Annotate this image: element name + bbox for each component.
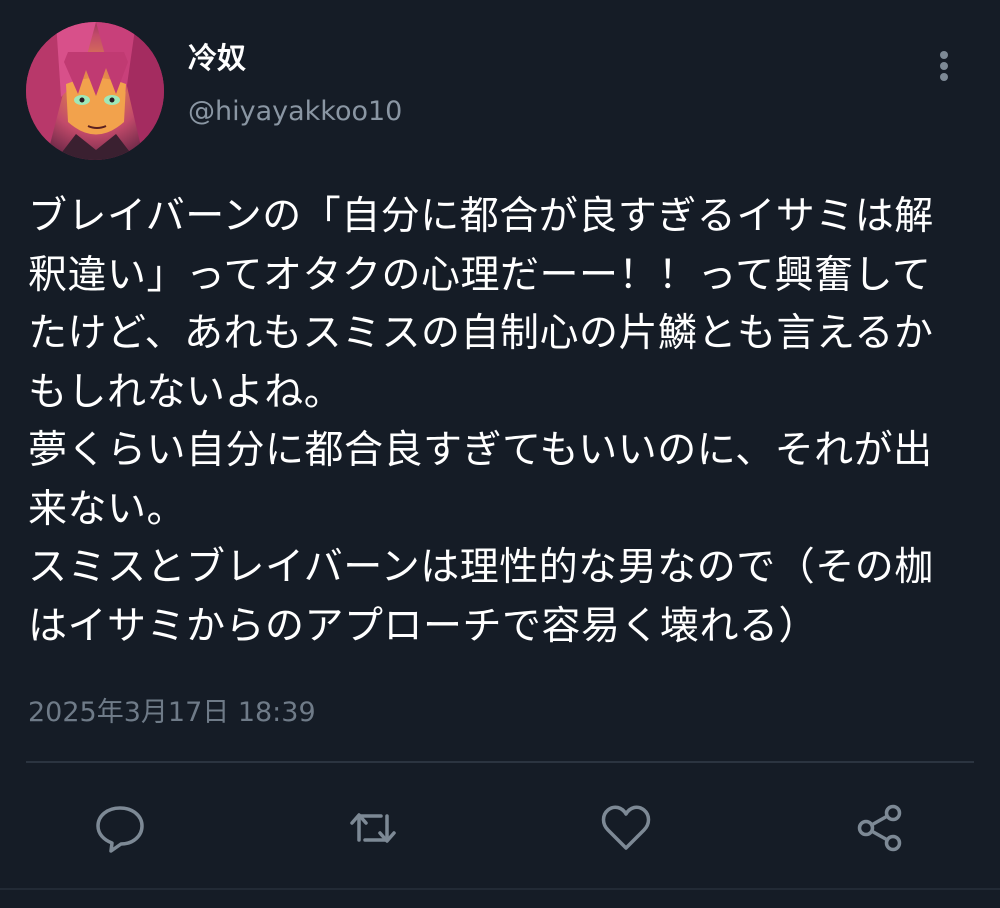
tweet-text-line: スミスとブレイバーンは理性的な男なので（その枷: [28, 545, 934, 590]
tweet-text-line: はイサミからのアプローチで容易く壊れる）: [28, 603, 819, 649]
bottom-divider: [0, 888, 1000, 890]
reply-icon: [96, 806, 144, 853]
tweet-text-line: 来ない。: [28, 486, 187, 532]
avatar-image: [26, 22, 164, 160]
tweet-text-line: ブレイバーンの「自分に都合が良すぎるイサミは解: [28, 194, 934, 239]
tweet-detail: 冷奴 @hiyayakkoo10 ブレイバーンの「自分に都合が良すぎるイサミは解…: [0, 0, 1000, 908]
like-button[interactable]: [598, 800, 654, 856]
heart-icon: [601, 805, 651, 850]
tweet-text: ブレイバーンの「自分に都合が良すぎるイサミは解 釈違い」ってオタクの心理だーー！…: [28, 188, 973, 656]
divider: [26, 761, 974, 763]
tweet-text-line: 釈違い」ってオタクの心理だーー！！って興奮して: [28, 252, 932, 298]
retweet-icon: [350, 813, 396, 843]
share-button[interactable]: [852, 800, 908, 856]
tweet-text-line: もしれないよね。: [28, 369, 344, 415]
more-options-button[interactable]: [922, 44, 966, 88]
user-handle[interactable]: @hiyayakkoo10: [188, 95, 402, 129]
more-vertical-icon: [940, 51, 948, 81]
retweet-button[interactable]: [345, 800, 401, 856]
tweet-timestamp[interactable]: 2025年3月17日 18:39: [28, 696, 316, 730]
display-name[interactable]: 冷奴: [188, 40, 246, 76]
reply-button[interactable]: [92, 800, 148, 856]
tweet-text-line: 夢くらい自分に都合良すぎてもいいのに、それが出: [28, 428, 933, 473]
share-icon: [857, 804, 902, 852]
avatar[interactable]: [26, 22, 164, 160]
tweet-text-line: たけど、あれもスミスの自制心の片鱗とも言えるか: [28, 311, 934, 356]
